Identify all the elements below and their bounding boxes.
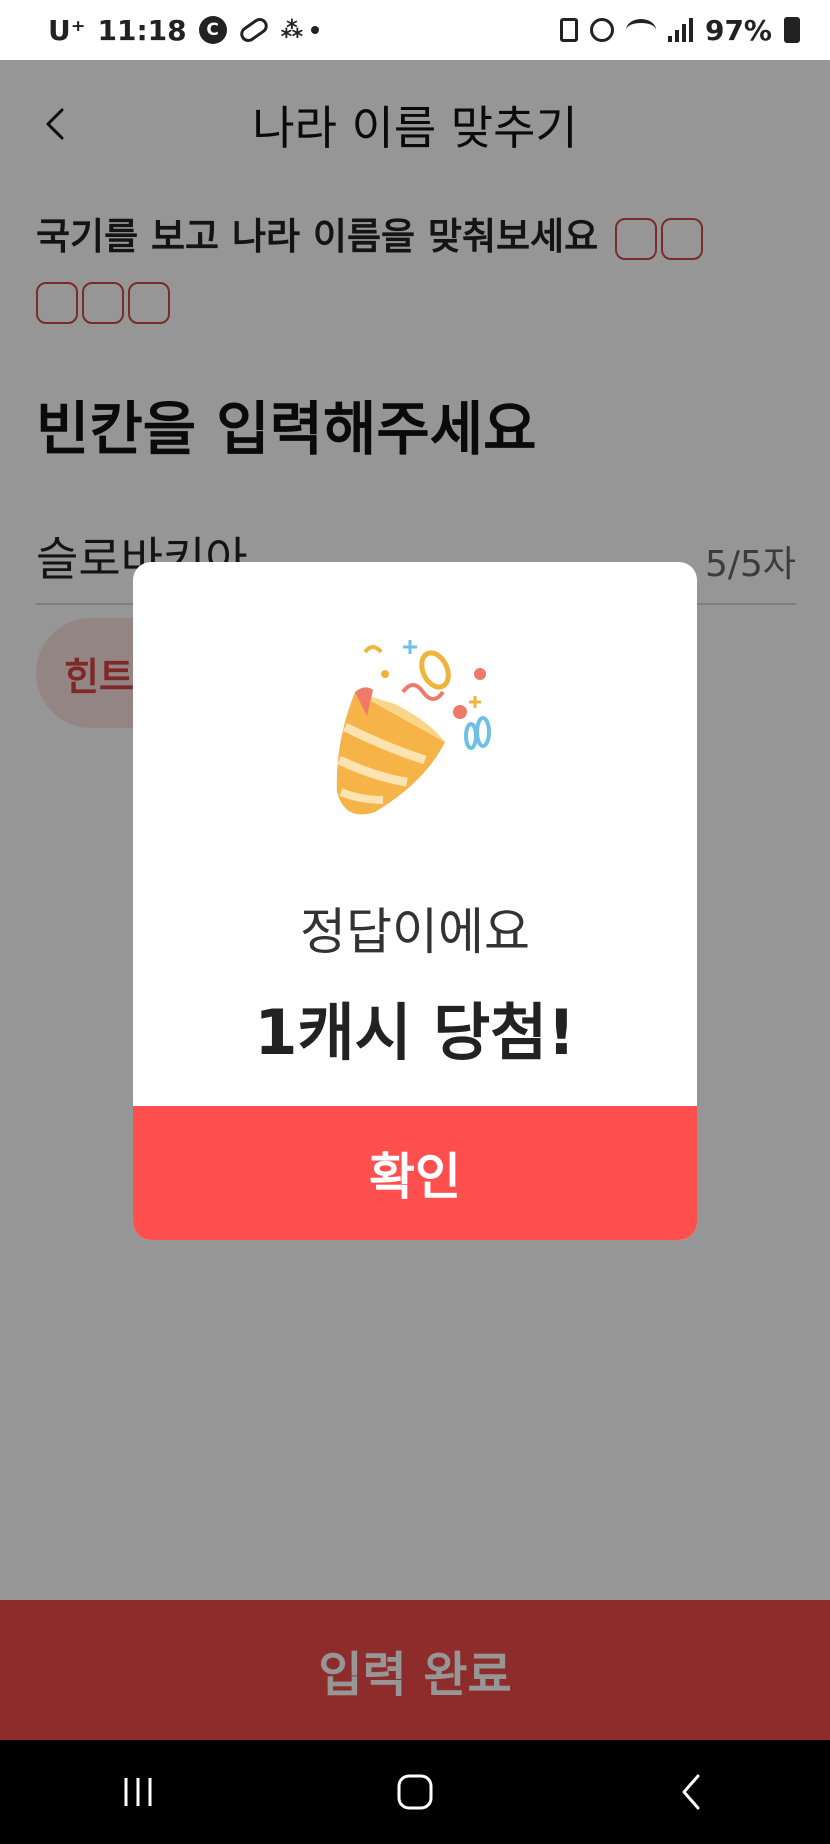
confirm-button[interactable]: 확인	[133, 1106, 697, 1240]
recent-apps-button[interactable]	[98, 1762, 178, 1822]
pattern-icon: ⁂	[280, 17, 303, 43]
status-right: 97%	[559, 13, 800, 47]
alarm-icon	[589, 18, 614, 42]
c-badge-icon: C	[198, 16, 227, 44]
back-icon	[682, 1774, 700, 1810]
correct-answer-dialog: 정답이에요 1캐시 당첨! 확인	[133, 562, 697, 1240]
wifi-icon	[625, 19, 656, 41]
carrier-label: U⁺	[48, 13, 86, 47]
dialog-reward: 1캐시 당첨!	[254, 996, 576, 1069]
recent-apps-icon	[124, 1778, 152, 1806]
party-popper-icon	[336, 640, 491, 815]
dialog-message: 정답이에요	[300, 903, 530, 961]
battery-percent: 97%	[704, 13, 772, 47]
status-bar: U⁺ 11:18 C ⁂ 97%	[0, 0, 830, 60]
signal-icon	[667, 18, 693, 42]
status-left: U⁺ 11:18 C ⁂	[48, 13, 320, 47]
notification-dot-icon	[311, 26, 320, 34]
battery-charging-icon	[784, 17, 800, 43]
clock: 11:18	[97, 13, 187, 47]
sim-icon	[559, 18, 578, 42]
pill-icon	[236, 14, 271, 46]
home-button[interactable]	[375, 1762, 455, 1822]
system-nav-bar	[0, 1740, 830, 1844]
confirm-label: 확인	[369, 1148, 461, 1206]
home-icon	[397, 1774, 433, 1810]
system-back-button[interactable]	[652, 1762, 732, 1822]
